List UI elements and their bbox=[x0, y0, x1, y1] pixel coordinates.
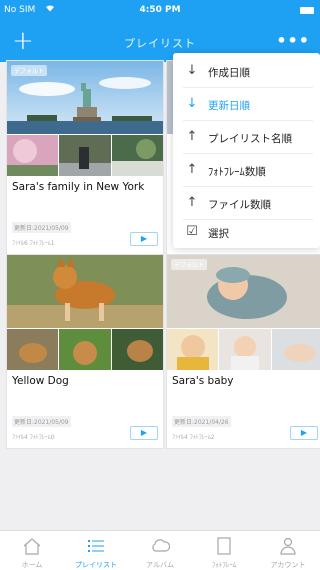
updated-date: 更新日:2021/05/09 bbox=[12, 222, 71, 233]
sort-item-label: ﾌｫﾄﾌﾚｰﾑ数順 bbox=[208, 166, 266, 178]
clock: 4:50 PM bbox=[139, 5, 181, 15]
playlist-cover: デフォルト bbox=[167, 255, 320, 370]
arrow-up-icon: ↑ bbox=[186, 195, 198, 210]
sort-by-photoframe-count[interactable]: ↑ ﾌｫﾄﾌﾚｰﾑ数順 bbox=[173, 154, 320, 186]
thumbnail bbox=[167, 329, 219, 370]
playlist-cover bbox=[7, 255, 163, 370]
list-icon bbox=[88, 540, 104, 552]
tab-account[interactable]: アカウント bbox=[256, 531, 320, 570]
cover-photo bbox=[7, 255, 163, 328]
tab-label: ﾌｫﾄﾌﾚｰﾑ bbox=[211, 561, 237, 569]
play-button[interactable]: ▶ bbox=[290, 426, 318, 440]
sort-by-updated-date[interactable]: ↓ 更新日順 bbox=[173, 88, 320, 120]
sort-item-label: プレイリスト名順 bbox=[208, 133, 292, 145]
thumbnail bbox=[271, 329, 320, 370]
cloud-icon bbox=[152, 539, 170, 552]
arrow-up-icon: ↑ bbox=[186, 129, 198, 144]
thumbnail bbox=[111, 329, 163, 370]
sort-item-label: 作成日順 bbox=[208, 67, 250, 79]
tab-album[interactable]: アルバム bbox=[128, 531, 192, 570]
more-menu-button[interactable]: ••• bbox=[276, 31, 310, 50]
select-mode-item[interactable]: ☑ 選択 bbox=[173, 216, 320, 248]
tab-label: プレイリスト bbox=[75, 561, 117, 569]
sort-item-label: 選択 bbox=[208, 228, 229, 240]
playlist-title: Sara's baby bbox=[172, 375, 234, 387]
thumbnail bbox=[111, 135, 163, 176]
playlist-card[interactable]: Yellow Dog 更新日:2021/05/09 ﾌｧｲﾙ4 ﾌｫﾄﾌﾚｰﾑ0… bbox=[6, 254, 164, 449]
sort-by-created-date[interactable]: ↓ 作成日順 bbox=[173, 55, 320, 87]
play-button[interactable]: ▶ bbox=[130, 232, 158, 246]
item-counts: ﾌｧｲﾙ4 ﾌｫﾄﾌﾚｰﾑ2 bbox=[172, 434, 215, 441]
tab-playlist[interactable]: プレイリスト bbox=[64, 531, 128, 570]
tab-label: ホーム bbox=[21, 561, 43, 569]
status-bar: No SIM 4:50 PM bbox=[0, 0, 320, 22]
item-counts: ﾌｧｲﾙ6 ﾌｫﾄﾌﾚｰﾑ1 bbox=[12, 240, 55, 247]
sort-menu: ↓ 作成日順 ↓ 更新日順 ↑ プレイリスト名順 ↑ ﾌｫﾄﾌﾚｰﾑ数順 ↑ フ… bbox=[173, 53, 320, 248]
tab-home[interactable]: ホーム bbox=[0, 531, 64, 570]
checkbox-icon: ☑ bbox=[186, 224, 198, 239]
tab-label: アルバム bbox=[146, 561, 174, 569]
tab-bar: ホーム プレイリスト アルバム ﾌｫﾄﾌﾚｰﾑ アカウント bbox=[0, 530, 320, 570]
battery-icon bbox=[300, 7, 314, 14]
sort-item-label: ファイル数順 bbox=[208, 199, 271, 211]
default-tag: デフォルト bbox=[171, 259, 208, 270]
default-tag: デフォルト bbox=[11, 65, 48, 76]
home-icon bbox=[23, 538, 41, 555]
sort-item-label: 更新日順 bbox=[208, 100, 250, 112]
arrow-up-icon: ↑ bbox=[186, 162, 198, 177]
playlist-title: Sara's family in New York bbox=[12, 181, 145, 193]
page-title: プレイリスト bbox=[124, 37, 196, 50]
thumbnail bbox=[59, 135, 111, 176]
playlist-title: Yellow Dog bbox=[12, 375, 69, 387]
updated-date: 更新日:2021/05/09 bbox=[12, 416, 71, 427]
add-playlist-button[interactable]: + bbox=[12, 27, 34, 55]
item-counts: ﾌｧｲﾙ4 ﾌｫﾄﾌﾚｰﾑ0 bbox=[12, 434, 55, 441]
sort-by-playlist-name[interactable]: ↑ プレイリスト名順 bbox=[173, 121, 320, 153]
arrow-down-icon: ↓ bbox=[186, 96, 198, 111]
arrow-down-icon: ↓ bbox=[186, 63, 198, 78]
sort-by-file-count[interactable]: ↑ ファイル数順 bbox=[173, 187, 320, 219]
playlist-cover: デフォルト bbox=[7, 61, 163, 176]
updated-date: 更新日:2021/04/26 bbox=[172, 416, 231, 427]
play-button[interactable]: ▶ bbox=[130, 426, 158, 440]
thumbnail bbox=[59, 329, 111, 370]
thumbnail bbox=[7, 135, 59, 176]
thumbnail bbox=[7, 329, 59, 370]
playlist-card[interactable]: デフォルト Sara's family in New York 更新日:2021… bbox=[6, 60, 164, 255]
tab-photoframe[interactable]: ﾌｫﾄﾌﾚｰﾑ bbox=[192, 531, 256, 570]
thumbnail bbox=[219, 329, 271, 370]
tab-label: アカウント bbox=[270, 561, 306, 569]
person-icon bbox=[280, 537, 296, 555]
frame-icon bbox=[217, 537, 231, 555]
playlist-card[interactable]: デフォルト Sara's baby 更新日:2021/04/26 ﾌｧｲﾙ4 ﾌ… bbox=[166, 254, 320, 449]
